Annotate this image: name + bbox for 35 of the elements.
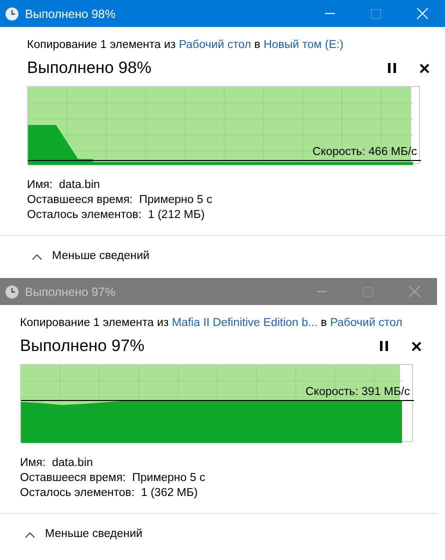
progress-heading: Выполнено 98% [27,58,152,79]
minimize-icon [317,291,327,292]
close-icon [420,64,428,73]
detail-text: Оставшееся время: Примерно 5 с [20,471,206,486]
close-icon [412,342,420,351]
destination-link[interactable]: Рабочий стол [330,317,402,329]
speed-label: Скорость: 391 МБ/с [305,386,410,400]
copy-status-text: в [253,39,262,51]
detail-text: Имя: data.bin [27,178,101,194]
pause-icon [380,341,388,352]
clock-icon [5,6,19,20]
close-icon [416,8,428,19]
close-icon [408,286,420,297]
chevron-up-icon [25,532,35,538]
less-details-button[interactable]: Меньше сведений [25,526,142,544]
progress-heading: Выполнено 97% [20,336,146,357]
destination-link[interactable]: Новый том (E:) [264,39,344,51]
source-link[interactable]: Рабочий стол [178,39,252,51]
window-title: Выполнено 97% [25,284,116,300]
detail-text: Осталось элементов: 1 (362 МБ) [20,486,199,502]
detail-text: Оставшееся время: Примерно 5 с [27,193,214,208]
window-title: Выполнено 98% [25,6,116,22]
source-link[interactable]: Mafia II Definitive Edition b... [172,317,318,329]
copy-status-text: Копирование 1 элемента из [20,317,170,329]
clock-icon [5,284,19,298]
detail-text: Осталось элементов: 1 (212 МБ) [27,208,206,224]
copy-status-text: в [320,317,328,329]
detail-text: Имя: data.bin [20,456,94,472]
less-details-button[interactable]: Меньше сведений [32,248,150,266]
maximize-icon [371,8,381,18]
pause-icon [388,63,396,74]
chevron-up-icon [32,254,42,260]
minimize-icon [325,13,335,14]
copy-status-text: Копирование 1 элемента из [27,39,177,51]
speed-label: Скорость: 466 МБ/с [312,146,417,160]
